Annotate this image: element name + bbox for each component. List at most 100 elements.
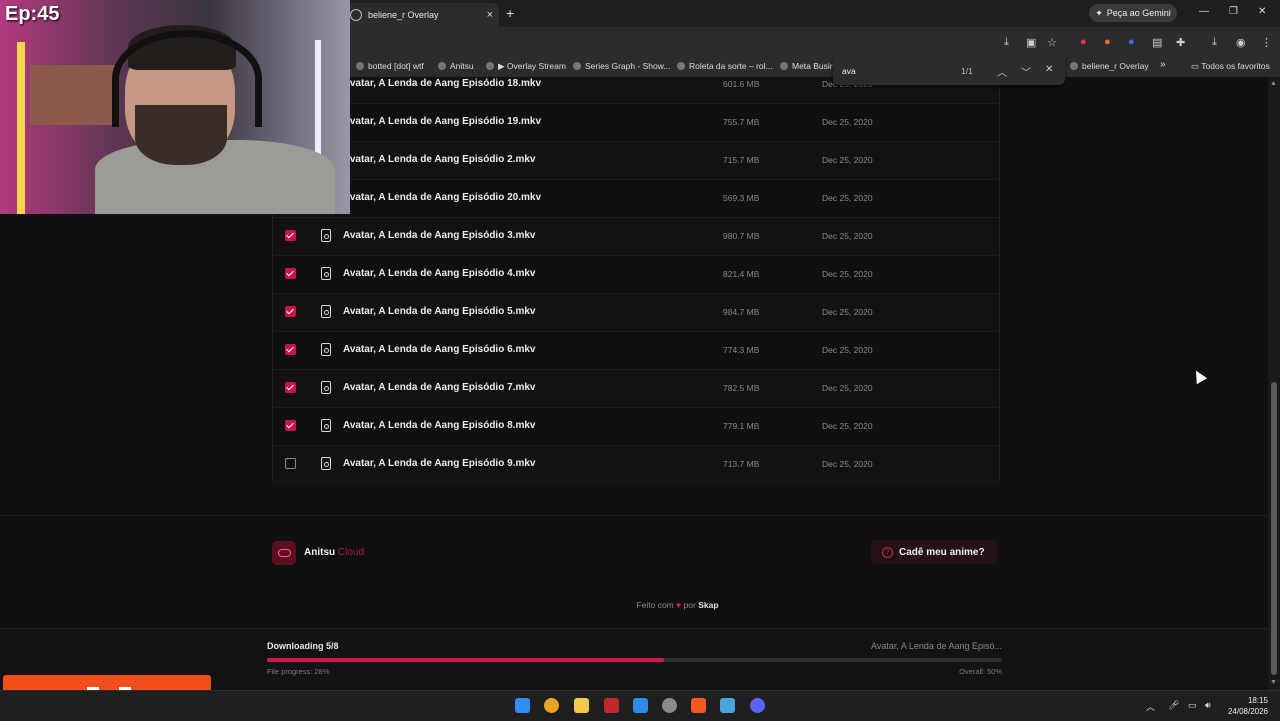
file-row[interactable]: Avatar, A Lenda de Aang Episódio 19.mkv 7… [273, 103, 999, 142]
bookmark-item[interactable]: Series Graph - Show... [573, 61, 671, 71]
file-name[interactable]: Avatar, A Lenda de Aang Episódio 8.mkv [343, 420, 535, 431]
file-checkbox[interactable] [285, 230, 296, 241]
file-date: Dec 25, 2020 [822, 269, 873, 279]
file-name[interactable]: Avatar, A Lenda de Aang Episódio 7.mkv [343, 382, 535, 393]
file-explorer-icon[interactable] [574, 698, 589, 713]
clock-date: 24/08/2026 [1227, 707, 1268, 716]
app-red-icon[interactable] [604, 698, 619, 713]
close-window-icon[interactable]: ✕ [1258, 6, 1266, 17]
download-page-icon[interactable]: ⤓ [1004, 36, 1009, 49]
file-row[interactable]: Avatar, A Lenda de Aang Episódio 6.mkv 77… [273, 331, 999, 370]
missing-anime-button[interactable]: ? Cadê meu anime? [871, 540, 998, 564]
gemini-button[interactable]: ✦ Peça ao Gemini [1089, 4, 1177, 22]
scroll-up-icon[interactable]: ▲ [1270, 80, 1277, 87]
minimize-icon[interactable]: — [1199, 6, 1209, 17]
restore-icon[interactable]: ❐ [1229, 6, 1238, 17]
file-checkbox[interactable] [285, 306, 296, 317]
chevron-up-icon[interactable]: ︿ [997, 64, 1007, 79]
bookmark-item[interactable]: Anitsu [438, 61, 474, 71]
windows-taskbar: ︿ 🎤︎ ▭ 🔊︎ 18:15 24/08/2026 [0, 690, 1280, 721]
obs-icon[interactable] [662, 698, 677, 713]
downloads-icon[interactable]: ⤓ [1212, 36, 1217, 49]
file-row[interactable]: Avatar, A Lenda de Aang Episódio 4.mkv 82… [273, 255, 999, 294]
page-scrollbar[interactable]: ▲ ▼ [1268, 77, 1280, 690]
file-progress-text: File progress: 28% [267, 667, 330, 676]
file-name[interactable]: Avatar, A Lenda de Aang Episódio 4.mkv [343, 268, 535, 279]
brave-icon[interactable] [691, 698, 706, 713]
file-size: 984.7 MB [723, 307, 760, 317]
file-size: 980.7 MB [723, 231, 760, 241]
star-icon[interactable]: ☆ [1047, 36, 1057, 49]
chrome-icon[interactable] [544, 698, 559, 713]
scroll-down-icon[interactable]: ▼ [1270, 679, 1277, 686]
file-date: Dec 25, 2020 [822, 231, 873, 241]
file-checkbox[interactable] [285, 458, 296, 469]
new-tab-button[interactable]: + [506, 5, 514, 21]
system-clock[interactable]: 18:15 24/08/2026 [1228, 695, 1268, 717]
heart-icon: ♥ [676, 600, 682, 610]
file-row[interactable]: Avatar, A Lenda de Aang Episódio 7.mkv 78… [273, 369, 999, 408]
file-checkbox[interactable] [285, 344, 296, 355]
file-checkbox[interactable] [285, 382, 296, 393]
file-checkbox[interactable] [285, 268, 296, 279]
file-name[interactable]: Avatar, A Lenda de Aang Episódio 3.mkv [343, 230, 535, 241]
file-icon [321, 343, 331, 356]
file-date: Dec 25, 2020 [822, 421, 873, 431]
file-row[interactable]: Avatar, A Lenda de Aang Episódio 5.mkv 98… [273, 293, 999, 332]
tab-beliene-overlay[interactable]: beliene_r Overlay × [344, 3, 499, 27]
microphone-icon[interactable]: 🎤︎ [1168, 700, 1179, 711]
file-date: Dec 25, 2020 [822, 459, 873, 469]
file-row[interactable]: Avatar, A Lenda de Aang Episódio 8.mkv 77… [273, 407, 999, 446]
menu-kebab-icon[interactable]: ⋮ [1261, 36, 1272, 49]
discord-icon[interactable] [750, 698, 765, 713]
bookmark-favicon-icon [356, 62, 364, 70]
file-name[interactable]: Avatar, A Lenda de Aang Episódio 18.mkv [343, 78, 541, 89]
extension-blue-icon[interactable]: ● [1128, 36, 1135, 48]
screenshot-icon[interactable]: ▣ [1026, 36, 1036, 49]
file-name[interactable]: Avatar, A Lenda de Aang Episódio 20.mkv [343, 192, 541, 203]
network-icon[interactable]: ▭ [1188, 700, 1197, 711]
file-date: Dec 25, 2020 [822, 117, 873, 127]
extension-gamepad-icon[interactable]: ▤ [1152, 36, 1162, 49]
file-size: 782.5 MB [723, 383, 760, 393]
notepad-icon[interactable] [633, 698, 648, 713]
windows-start-icon[interactable] [515, 698, 530, 713]
bookmark-item[interactable]: Meta Busir [780, 61, 833, 71]
bookmark-item[interactable]: botted [dot] wtf [356, 61, 424, 71]
brand-name[interactable]: Anitsu Cloud [304, 547, 364, 558]
author-link[interactable]: Skap [698, 600, 718, 610]
find-input[interactable]: ava [842, 66, 856, 76]
extension-orange-icon[interactable]: ● [1104, 36, 1111, 48]
tray-chevron-icon[interactable]: ︿ [1146, 700, 1155, 713]
profile-avatar[interactable]: ◉ [1236, 36, 1246, 49]
file-name[interactable]: Avatar, A Lenda de Aang Episódio 2.mkv [343, 154, 535, 165]
file-icon [321, 267, 331, 280]
file-row[interactable]: Avatar, A Lenda de Aang Episódio 2.mkv 71… [273, 141, 999, 180]
file-name[interactable]: Avatar, A Lenda de Aang Episódio 9.mkv [343, 458, 535, 469]
bookmark-item[interactable]: beliene_r Overlay [1070, 61, 1149, 71]
file-row[interactable]: Avatar, A Lenda de Aang Episódio 9.mkv 71… [273, 445, 999, 484]
file-date: Dec 25, 2020 [822, 307, 873, 317]
bookmark-favicon-icon [438, 62, 446, 70]
bookmark-item[interactable]: Roleta da sorte – rol... [677, 61, 773, 71]
bookmark-item[interactable]: ▶ Overlay Stream [486, 61, 566, 72]
file-row[interactable]: Avatar, A Lenda de Aang Episódio 20.mkv 5… [273, 179, 999, 218]
file-row[interactable]: Avatar, A Lenda de Aang Episódio 3.mkv 98… [273, 217, 999, 256]
bookmark-folder-all[interactable]: ▭ Todos os favoritos [1191, 61, 1270, 72]
extension-red-icon[interactable]: ● [1080, 36, 1087, 48]
puzzle-icon[interactable]: ✚ [1176, 36, 1185, 49]
volume-icon[interactable]: 🔊︎ [1205, 700, 1211, 711]
close-find-icon[interactable]: ✕ [1045, 64, 1053, 75]
file-date: Dec 25, 2020 [822, 383, 873, 393]
scrollbar-thumb[interactable] [1271, 382, 1277, 675]
file-size: 821.4 MB [723, 269, 760, 279]
close-tab-icon[interactable]: × [487, 9, 493, 21]
chevron-down-icon[interactable]: ﹀ [1021, 64, 1031, 79]
file-name[interactable]: Avatar, A Lenda de Aang Episódio 19.mkv [343, 116, 541, 127]
bookmarks-overflow-icon[interactable]: » [1160, 59, 1166, 70]
app-window-icon[interactable] [720, 698, 735, 713]
file-checkbox[interactable] [285, 420, 296, 431]
file-name[interactable]: Avatar, A Lenda de Aang Episódio 5.mkv [343, 306, 535, 317]
file-name[interactable]: Avatar, A Lenda de Aang Episódio 6.mkv [343, 344, 535, 355]
file-size: 601.6 MB [723, 79, 760, 89]
